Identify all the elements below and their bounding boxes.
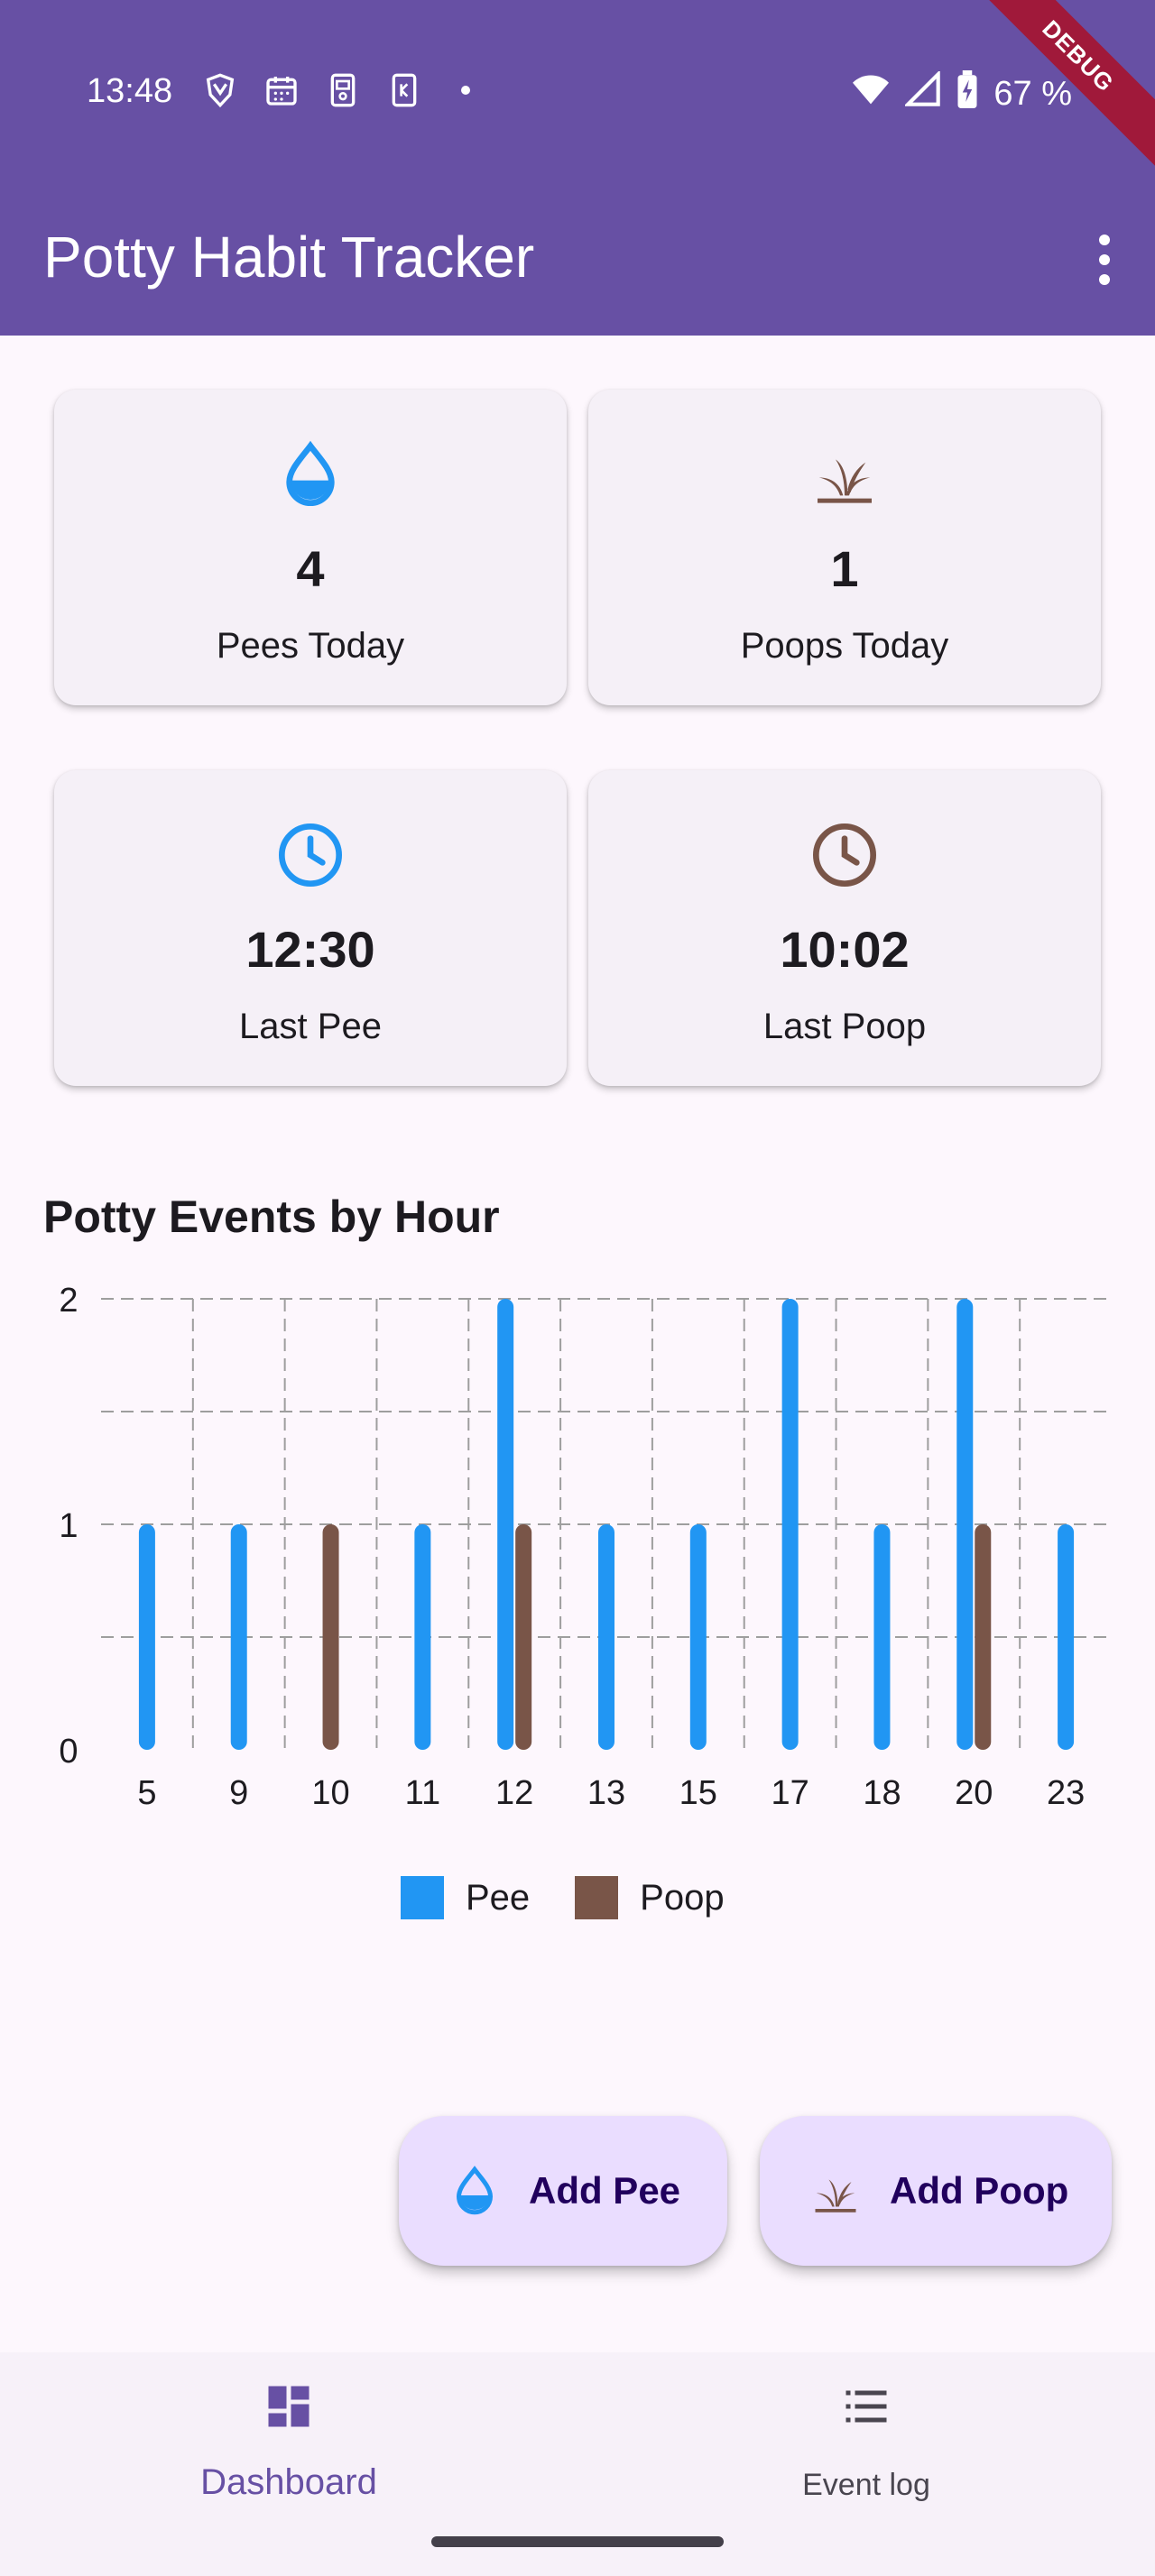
nav-event-log[interactable]: Event log [578,2352,1155,2533]
bar-pee-20 [956,1299,974,1750]
last-pee-time: 12:30 [245,921,375,978]
bar-poop-10 [322,1524,339,1750]
x-tick-label: 10 [311,1774,349,1812]
stat-card-last-poop: 10:02 Last Poop [588,770,1101,1086]
x-tick-label: 9 [229,1774,248,1812]
app-bar: 13:48 67 % DEBUG Potty Habit Tracker [0,0,1155,336]
chart-legend: Pee Poop [401,1876,725,1919]
notification-icons [202,72,484,108]
nav-event-log-label: Event log [802,2468,930,2502]
x-tick-label: 5 [137,1774,156,1812]
x-tick-label: 15 [679,1774,717,1812]
legend-item-pee: Pee [401,1876,530,1919]
bar-pee-12 [497,1299,514,1750]
grass-icon [808,438,881,511]
stat-card-pees-today: 4 Pees Today [54,390,567,705]
pees-today-count: 4 [296,540,325,597]
poops-today-count: 1 [830,540,859,597]
page-title: Potty Habit Tracker [43,225,535,290]
bar-pee-23 [1058,1524,1075,1750]
y-tick-label: 1 [59,1507,78,1545]
water-drop-icon [274,438,346,511]
add-poop-button[interactable]: Add Poop [760,2116,1112,2266]
more-options-button[interactable] [1072,222,1137,298]
list-icon [845,2390,887,2423]
wifi-icon [851,71,891,116]
x-tick-label: 11 [405,1774,440,1812]
x-tick-label: 12 [495,1774,533,1812]
clock-icon [274,819,346,891]
bar-pee-5 [138,1524,155,1750]
bar-pee-18 [873,1524,891,1750]
brave-shield-icon [202,72,238,108]
stat-card-last-pee: 12:30 Last Pee [54,770,567,1086]
dot-icon [448,72,484,108]
water-drop-icon [456,2166,494,2215]
bar-pee-11 [414,1524,431,1750]
legend-label-poop: Poop [640,1877,725,1918]
clock-icon [808,819,881,891]
last-pee-label: Last Pee [239,1007,382,1046]
x-tick-label: 18 [863,1774,901,1812]
sim-card-icon [325,72,361,108]
bar-pee-9 [230,1524,247,1750]
legend-swatch-pee [401,1876,444,1919]
add-pee-label: Add Pee [529,2169,681,2212]
bar-poop-20 [975,1524,992,1750]
gesture-home-bar [431,2536,724,2547]
more-vert-icon [1099,235,1110,245]
battery-charging-icon [956,70,979,117]
y-tick-label: 0 [59,1733,78,1771]
pees-today-label: Pees Today [216,626,405,666]
bar-pee-15 [689,1524,707,1750]
nav-dashboard[interactable]: Dashboard [0,2352,578,2533]
add-poop-label: Add Poop [890,2169,1069,2212]
x-tick-label: 23 [1047,1774,1085,1812]
bar-pee-13 [598,1524,614,1750]
x-tick-label: 17 [771,1774,808,1812]
calendar-icon [263,72,300,108]
legend-swatch-poop [575,1876,619,1919]
last-poop-time: 10:02 [780,921,910,978]
bar-poop-12 [515,1524,532,1750]
card-icon [386,72,422,108]
stat-card-poops-today: 1 Poops Today [588,390,1101,705]
dashboard-icon [268,2386,310,2427]
nav-dashboard-label: Dashboard [200,2462,377,2502]
add-pee-button[interactable]: Add Pee [399,2116,727,2266]
poops-today-label: Poops Today [740,626,949,666]
system-status: 67 % [851,69,1072,117]
battery-level: 67 % [993,74,1072,113]
x-tick-label: 13 [587,1774,625,1812]
grass-icon [815,2179,856,2213]
potty-events-chart: 0125 9 10 11 12 13 15 17 18 20 23 [59,1282,1112,1812]
status-time: 13:48 [87,72,173,110]
signal-icon [903,69,941,116]
legend-label-pee: Pee [466,1877,531,1918]
legend-item-poop: Poop [575,1876,725,1919]
last-poop-label: Last Poop [762,1007,927,1046]
y-tick-label: 2 [59,1282,78,1320]
x-tick-label: 20 [955,1774,993,1812]
bar-pee-17 [781,1299,799,1750]
chart-title: Potty Events by Hour [43,1191,500,1242]
